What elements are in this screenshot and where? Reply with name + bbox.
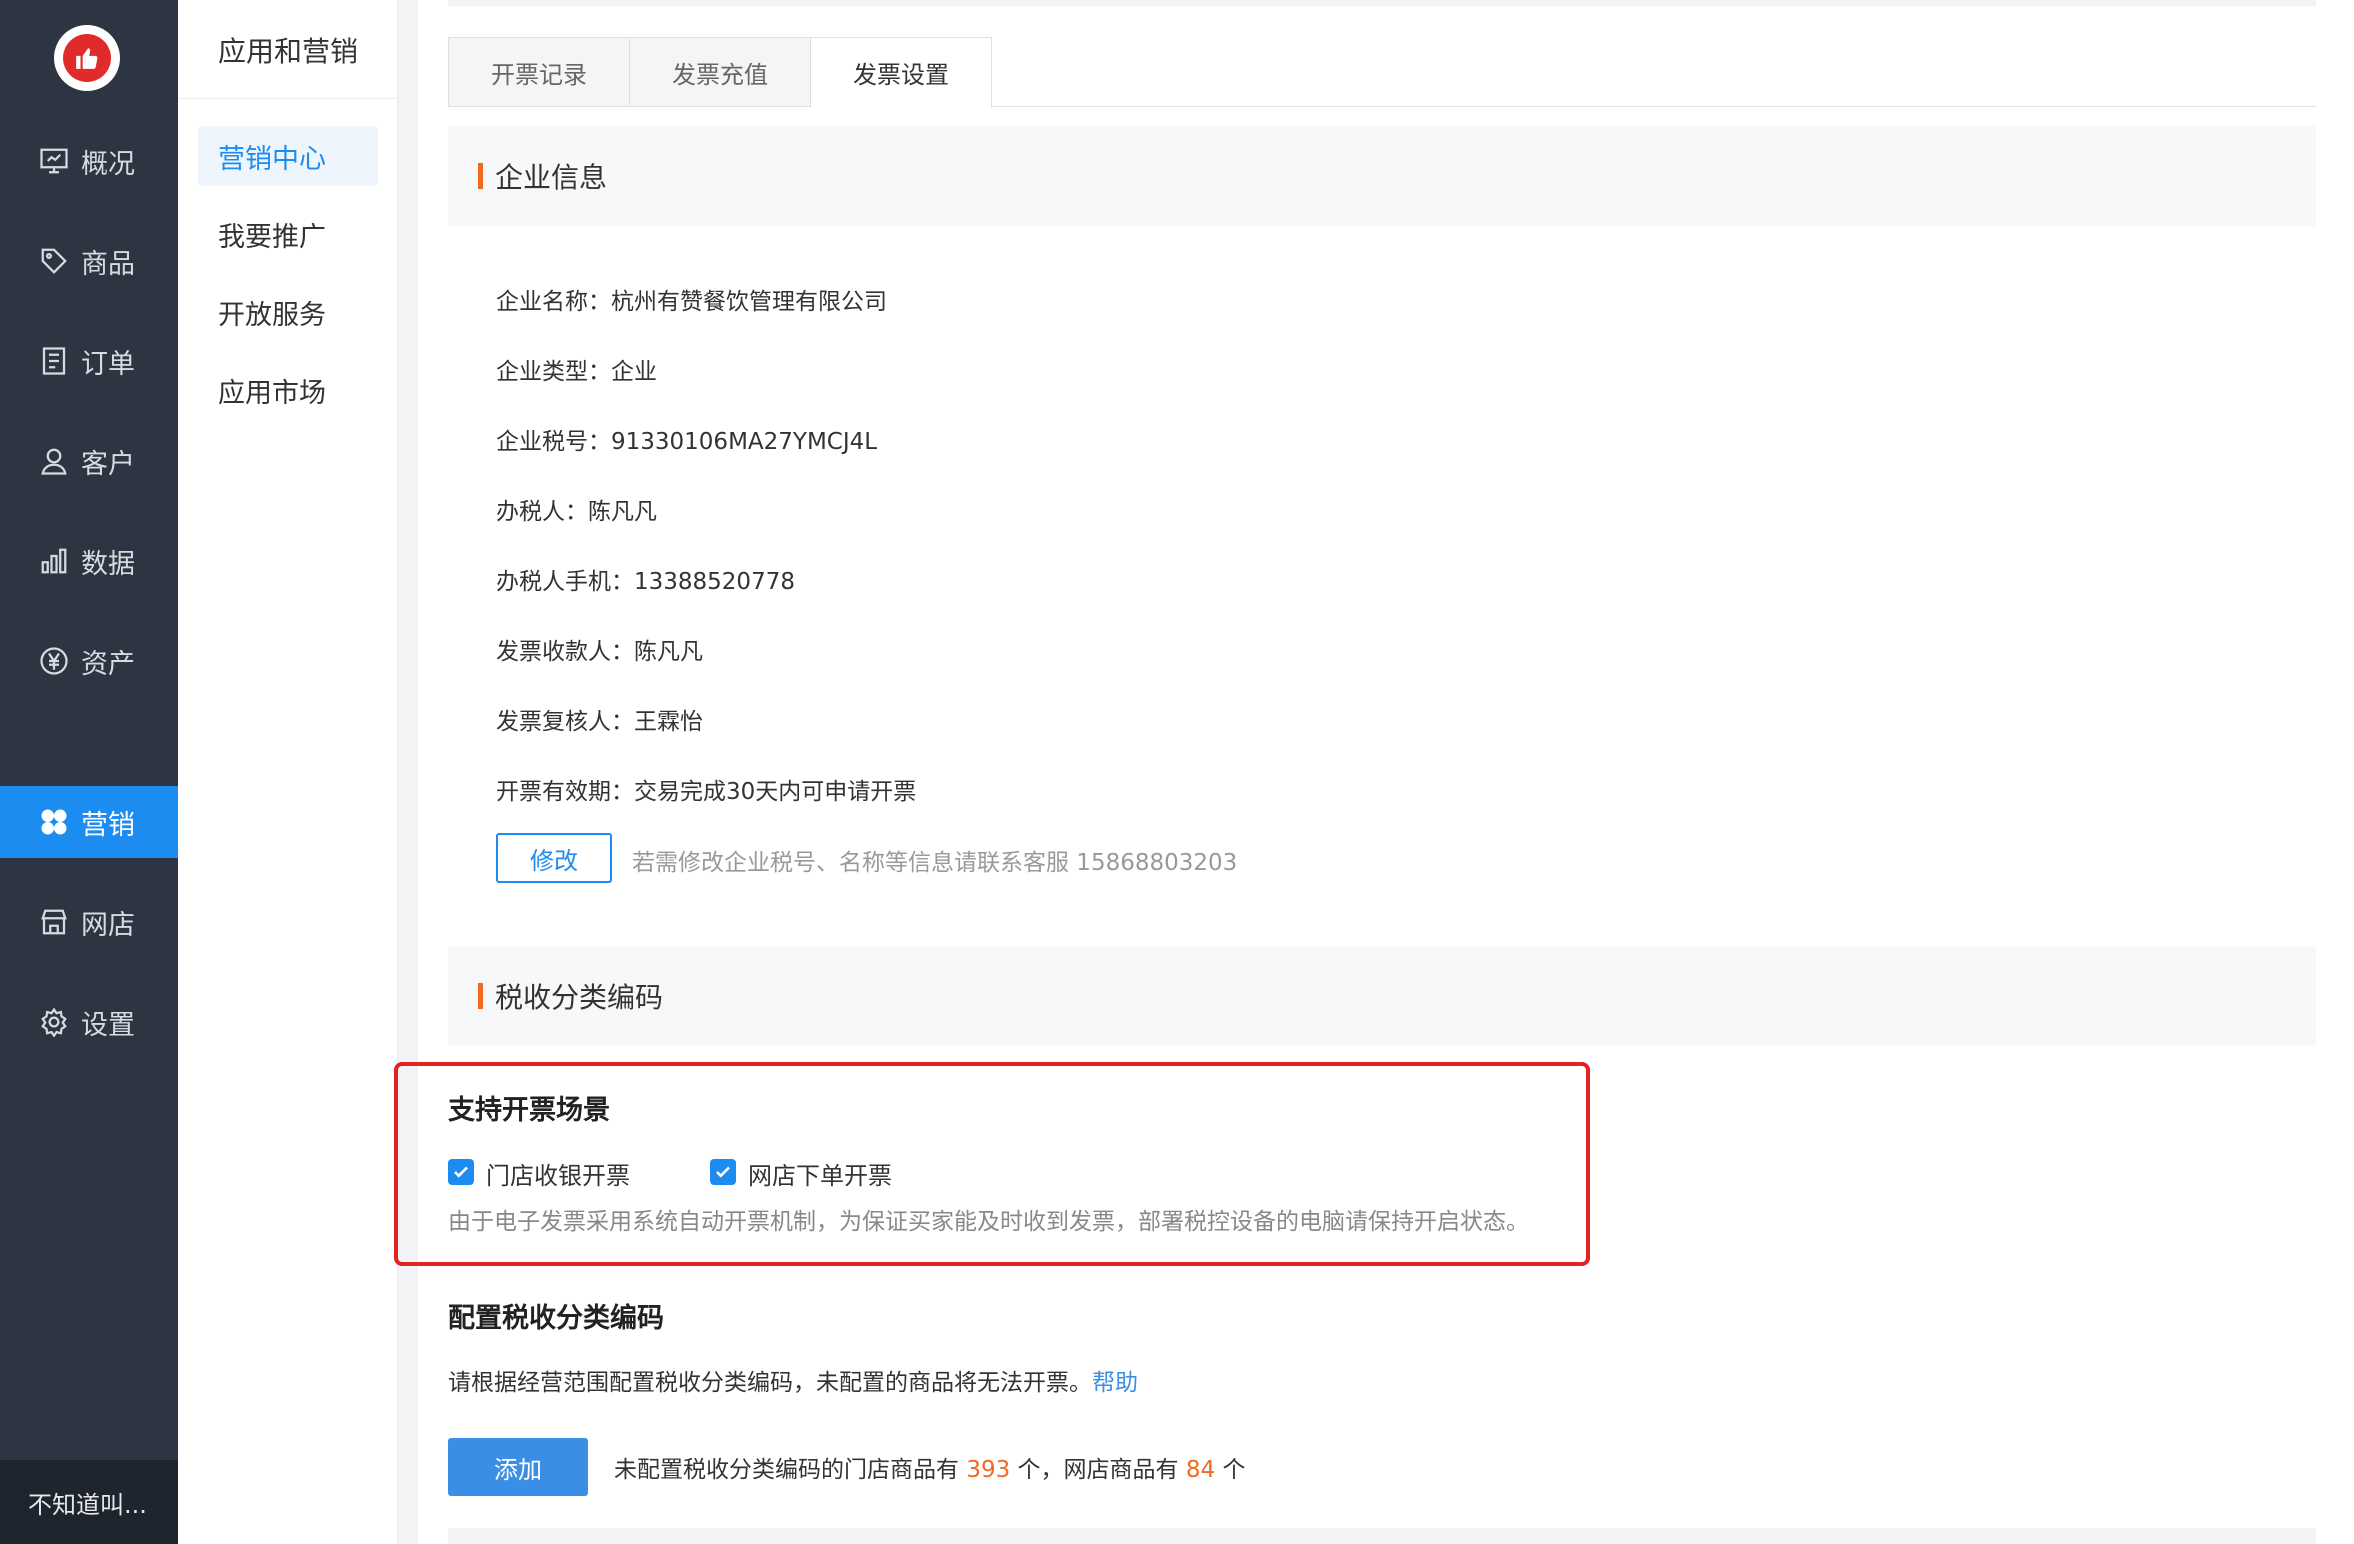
stat-suffix: 个 xyxy=(1222,1457,1246,1483)
tab-bar: 开票记录 发票充值 发票设置 xyxy=(448,37,2316,108)
nav-item-goods[interactable]: 商品 xyxy=(0,225,178,297)
online-count: 84 xyxy=(1185,1457,1216,1483)
tab-label: 发票设置 xyxy=(853,61,949,89)
tax-code-header: 税收分类编码 xyxy=(448,946,2316,1046)
nav-label: 营销 xyxy=(81,809,135,841)
subnav-item-open-service[interactable]: 开放服务 xyxy=(198,282,378,342)
nav-item-customers[interactable]: 客户 xyxy=(0,425,178,497)
nav-label: 客户 xyxy=(81,448,135,480)
online-invoice-checkbox[interactable] xyxy=(710,1159,736,1185)
config-title: 配置税收分类编码 xyxy=(448,1303,664,1334)
tab-label: 发票充值 xyxy=(672,60,768,89)
checkmark-icon xyxy=(716,1166,730,1178)
account-menu[interactable]: 不知道叫... xyxy=(0,1460,178,1544)
section-title: 税收分类编码 xyxy=(495,981,664,1014)
subnav-label: 营销中心 xyxy=(218,143,326,175)
add-button[interactable]: 添加 xyxy=(448,1438,588,1496)
section-title: 企业信息 xyxy=(495,161,608,194)
tax-agent-phone-row: 办税人手机：13388520778 xyxy=(496,569,795,595)
thumbs-up-icon xyxy=(63,34,111,82)
user-icon xyxy=(41,448,67,475)
help-link[interactable]: 帮助 xyxy=(1092,1370,1138,1396)
bottom-strip xyxy=(448,1528,2316,1544)
company-info-header: 企业信息 xyxy=(448,126,2316,226)
subnav-label: 开放服务 xyxy=(218,299,326,331)
clover-icon xyxy=(41,809,67,835)
store-invoice-checkbox[interactable] xyxy=(448,1159,474,1185)
store-count: 393 xyxy=(966,1457,1011,1483)
tax-agent-row: 办税人：陈凡凡 xyxy=(496,499,657,525)
nav-item-assets[interactable]: 资产 xyxy=(0,625,178,697)
document-icon xyxy=(42,347,66,375)
sub-sidebar: 应用和营销 营销中心 我要推广 开放服务 应用市场 xyxy=(178,0,398,1544)
scene-title: 支持开票场景 xyxy=(448,1095,610,1126)
divider xyxy=(178,98,397,99)
subnav-label: 我要推广 xyxy=(218,221,326,253)
nav-label: 设置 xyxy=(81,1009,135,1041)
gear-icon xyxy=(41,1007,67,1037)
subnav-item-app-market[interactable]: 应用市场 xyxy=(198,360,378,420)
stat-prefix: 未配置税收分类编码的门店商品有 xyxy=(614,1457,959,1483)
section-accent-bar xyxy=(478,983,483,1009)
tab-invoice-settings[interactable]: 发票设置 xyxy=(810,37,992,108)
edit-button[interactable]: 修改 xyxy=(496,833,612,883)
nav-item-settings[interactable]: 设置 xyxy=(0,986,178,1058)
nav-item-shop[interactable]: 网店 xyxy=(0,886,178,958)
stat-mid: 个，网店商品有 xyxy=(1017,1457,1179,1483)
section-accent-bar xyxy=(478,163,483,189)
subnav-label: 应用市场 xyxy=(218,377,326,409)
nav-item-overview[interactable]: 概况 xyxy=(0,125,178,197)
nav-item-marketing[interactable]: 营销 xyxy=(0,786,178,858)
presentation-icon xyxy=(40,148,68,174)
gutter xyxy=(398,0,418,1544)
tab-invoice-records[interactable]: 开票记录 xyxy=(448,37,630,107)
tab-label: 开票记录 xyxy=(491,60,587,89)
checkmark-icon xyxy=(454,1166,468,1178)
nav-item-orders[interactable]: 订单 xyxy=(0,325,178,397)
main-nav: 概况 商品 订单 客户 数据 资产 营销 网店 设置 不知道叫... xyxy=(0,0,178,1544)
nav-label: 资产 xyxy=(81,648,135,680)
bar-chart-icon xyxy=(41,548,67,574)
shop-icon xyxy=(41,909,67,935)
company-type-row: 企业类型：企业 xyxy=(496,359,657,385)
config-desc-text: 请根据经营范围配置税收分类编码，未配置的商品将无法开票。 xyxy=(448,1370,1092,1396)
main-content: 开票记录 发票充值 发票设置 企业信息 企业名称：杭州有赞餐饮管理有限公司 企业… xyxy=(394,0,2354,1544)
nav-label: 订单 xyxy=(81,348,135,380)
nav-label: 数据 xyxy=(81,548,135,580)
payee-row: 发票收款人：陈凡凡 xyxy=(496,639,703,665)
unconfigured-stat: 未配置税收分类编码的门店商品有 393 个，网店商品有 84 个 xyxy=(614,1450,1245,1484)
tag-icon xyxy=(41,248,67,274)
nav-label: 网店 xyxy=(81,909,135,941)
subnav-title: 应用和营销 xyxy=(218,35,359,68)
subnav-item-marketing-center[interactable]: 营销中心 xyxy=(198,126,378,186)
nav-item-data[interactable]: 数据 xyxy=(0,525,178,597)
account-name: 不知道叫... xyxy=(28,1490,147,1519)
top-strip xyxy=(448,0,2316,6)
yen-icon xyxy=(40,647,68,675)
tax-id-row: 企业税号：91330106MA27YMCJ4L xyxy=(496,429,878,455)
config-description: 请根据经营范围配置税收分类编码，未配置的商品将无法开票。帮助 xyxy=(448,1363,1138,1397)
nav-label: 概况 xyxy=(81,148,135,180)
online-invoice-label[interactable]: 网店下单开票 xyxy=(748,1156,892,1191)
edit-hint: 若需修改企业税号、名称等信息请联系客服 15868803203 xyxy=(632,850,1238,876)
nav-label: 商品 xyxy=(81,248,135,280)
tab-invoice-recharge[interactable]: 发票充值 xyxy=(629,37,811,107)
youzan-logo[interactable] xyxy=(54,25,120,91)
validity-row: 开票有效期：交易完成30天内可申请开票 xyxy=(496,779,917,805)
subnav-item-promote[interactable]: 我要推广 xyxy=(198,204,378,264)
reviewer-row: 发票复核人：王霖怡 xyxy=(496,709,703,735)
store-invoice-label[interactable]: 门店收银开票 xyxy=(486,1156,630,1191)
company-name-row: 企业名称：杭州有赞餐饮管理有限公司 xyxy=(496,289,887,315)
scene-description: 由于电子发票采用系统自动开票机制，为保证买家能及时收到发票，部署税控设备的电脑请… xyxy=(448,1209,1529,1235)
